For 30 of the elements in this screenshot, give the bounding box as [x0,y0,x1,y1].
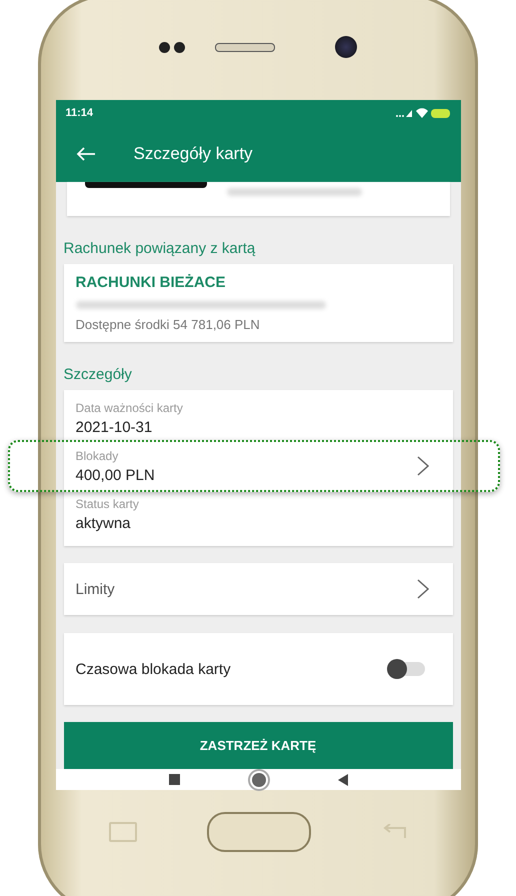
toggle-switch[interactable] [388,662,424,676]
back-triangle-icon[interactable] [338,774,348,786]
home-button[interactable] [207,812,311,852]
home-icon[interactable] [252,772,266,786]
available-funds: Dostępne środki 54 781,06 PLN [76,317,261,332]
block-card-button[interactable]: ZASTRZEŻ KARTĘ [64,722,452,769]
toggle-label: Czasowa blokada karty [76,660,231,678]
status-icons [394,107,450,119]
detail-label: Blokady [76,448,120,462]
account-name: RACHUNKI BIEŻACE [76,274,226,291]
section-heading: Szczegóły [64,366,133,383]
recents-icon[interactable] [168,774,180,785]
detail-value: aktywna [76,514,132,532]
speaker-grille-icon [215,42,275,52]
chevron-right-icon[interactable] [416,456,428,476]
detail-value: 2021-10-31 [76,418,154,436]
screen-title: Szczegóły karty [134,144,253,164]
chevron-right-icon[interactable] [416,579,428,599]
limits-row[interactable]: Limity [64,563,452,615]
section-heading: Rachunek powiązany z kartą [64,240,256,257]
detail-label: Status karty [76,496,139,510]
limits-label: Limity [76,580,115,598]
status-time: 11:14 [66,107,94,119]
back-arrow-icon[interactable] [76,147,96,161]
back-key-icon [381,824,407,840]
detail-label: Data ważności karty [76,400,183,414]
recents-key-icon [109,822,137,842]
camera-icon [335,36,357,58]
sensor-dots-icon [159,42,185,52]
detail-value: 400,00 PLN [76,466,155,484]
